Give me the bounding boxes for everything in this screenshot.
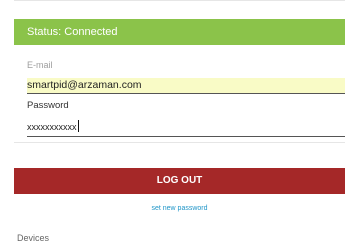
email-value: smartpid@arzaman.com bbox=[27, 79, 142, 91]
email-label: E-mail bbox=[27, 60, 53, 70]
password-label: Password bbox=[27, 100, 69, 111]
set-new-password-link[interactable]: set new password bbox=[14, 205, 345, 212]
devices-heading: Devices bbox=[17, 233, 50, 243]
logout-button[interactable]: LOG OUT bbox=[14, 168, 345, 194]
form-divider bbox=[14, 142, 345, 143]
email-field[interactable]: smartpid@arzaman.com bbox=[27, 78, 345, 94]
account-panel: Status: Connected E-mail smartpid@arzama… bbox=[14, 0, 345, 246]
password-value: xxxxxxxxxxx bbox=[27, 122, 77, 132]
top-divider bbox=[14, 0, 345, 1]
password-field[interactable]: xxxxxxxxxxx bbox=[27, 118, 345, 137]
status-banner: Status: Connected bbox=[14, 19, 345, 45]
text-cursor bbox=[77, 120, 79, 132]
